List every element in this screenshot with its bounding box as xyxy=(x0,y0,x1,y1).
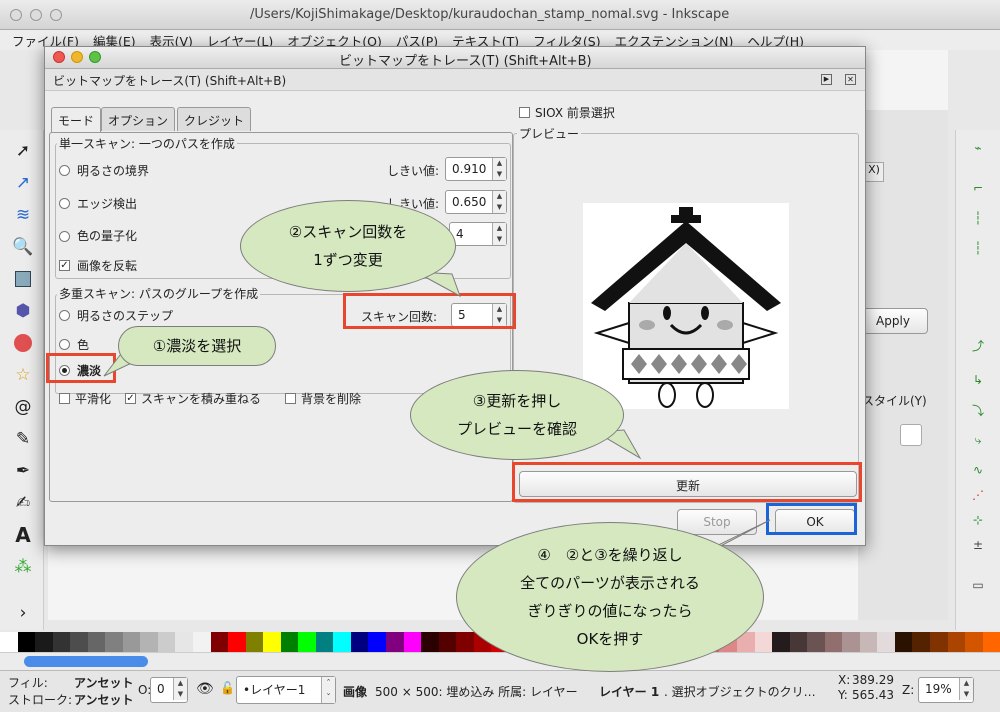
callout-step3: ③更新を押し プレビューを確認 xyxy=(410,370,624,460)
callout-step1: ①濃淡を選択 xyxy=(118,326,276,366)
callout-step4: ④ ②と③を繰り返し 全てのパーツが表示される ぎりぎりの値になったら OKを押… xyxy=(456,522,764,672)
callout-step2: ②スキャン回数を 1ずつ変更 xyxy=(240,200,456,292)
